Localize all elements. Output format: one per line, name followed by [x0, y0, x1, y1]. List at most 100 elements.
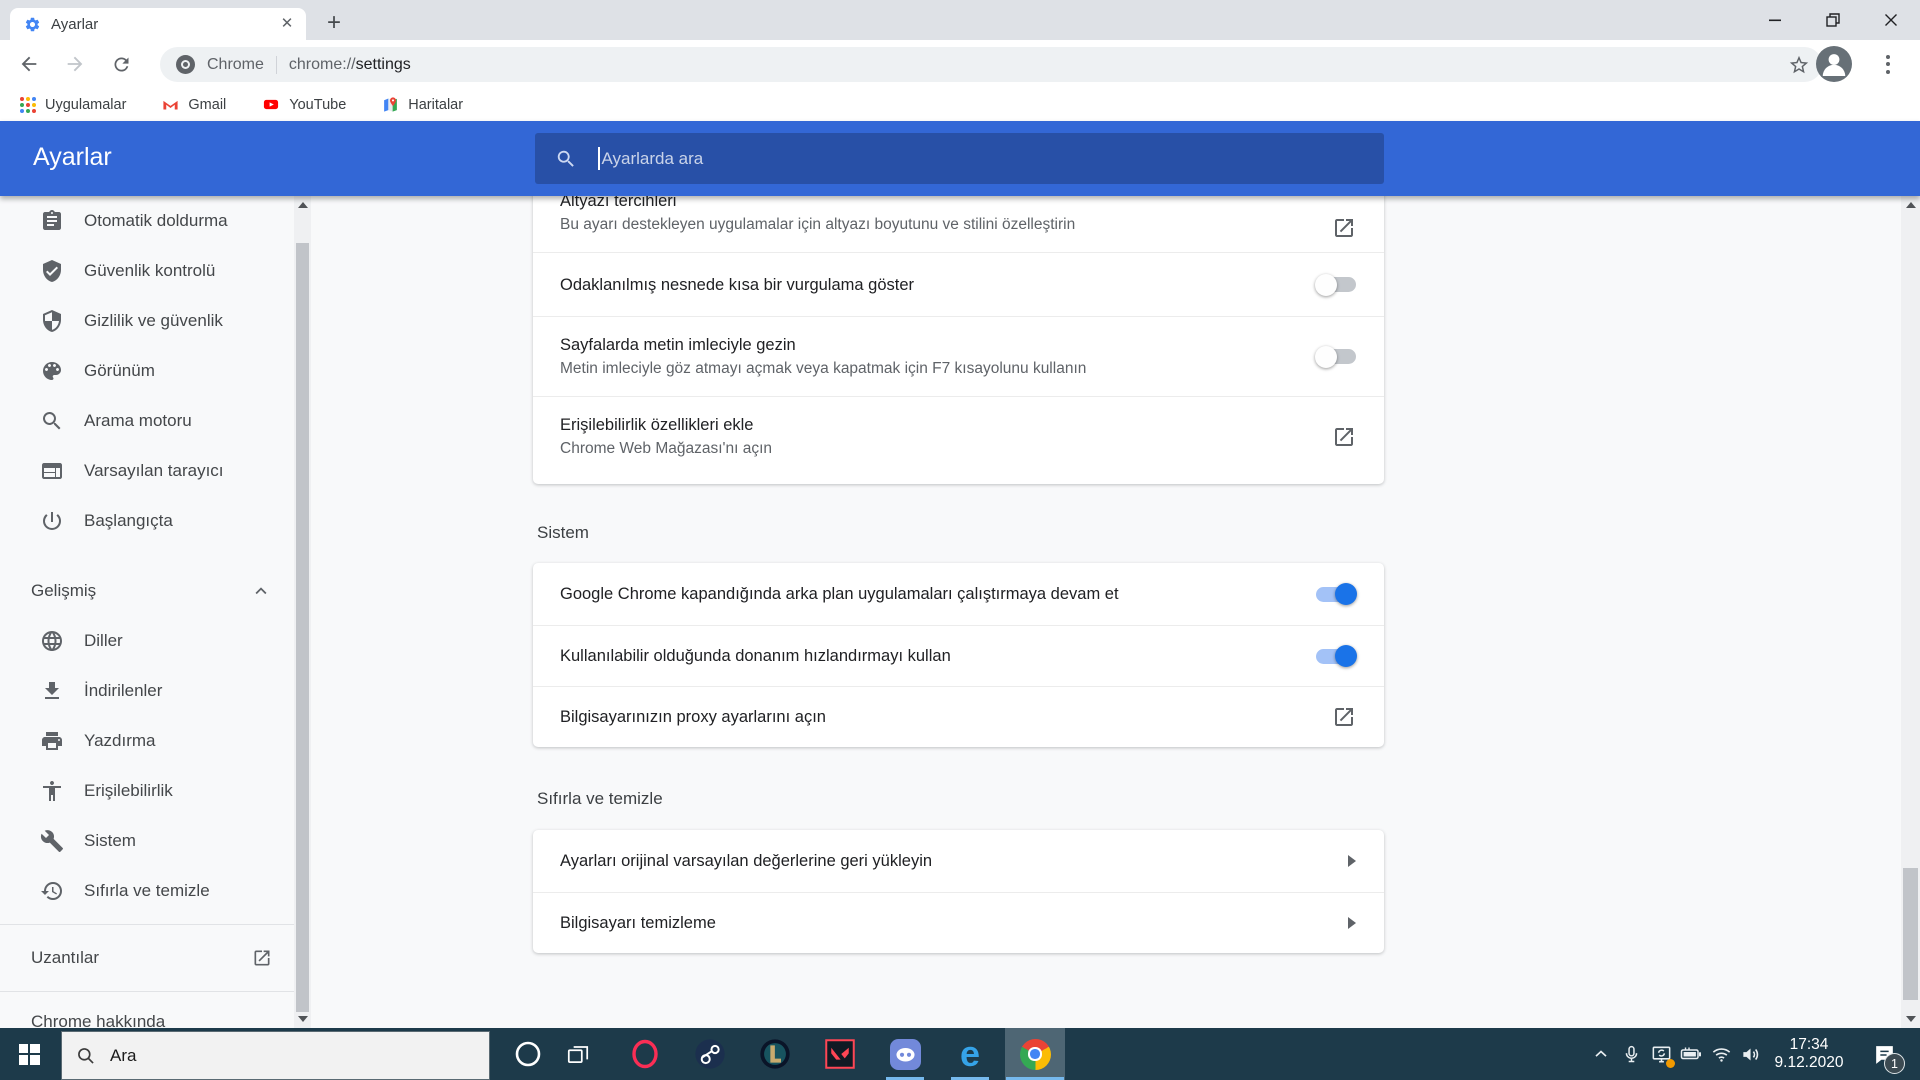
- settings-search-input[interactable]: Ayarlarda ara: [535, 133, 1384, 184]
- sidebar-label: Başlangıçta: [84, 511, 173, 530]
- scrollbar-thumb[interactable]: [1903, 868, 1918, 1000]
- settings-row[interactable]: Kullanılabilir olduğunda donanım hızland…: [533, 625, 1384, 686]
- cortana-icon: [515, 1041, 541, 1067]
- sidebar-item-about-chrome[interactable]: Chrome hakkında: [0, 1000, 294, 1028]
- close-icon: [1885, 14, 1897, 26]
- bookmark-maps[interactable]: Haritalar: [382, 96, 463, 113]
- settings-row[interactable]: Sayfalarda metin imleciyle gezin Metin i…: [533, 316, 1384, 396]
- omnibox[interactable]: Chrome chrome://settings: [160, 47, 1822, 82]
- open-in-new-icon[interactable]: [1332, 425, 1356, 449]
- browser-tab[interactable]: Ayarlar ✕: [10, 8, 306, 40]
- bookmark-apps[interactable]: Uygulamalar: [20, 96, 126, 113]
- sidebar-item-printing[interactable]: Yazdırma: [0, 716, 294, 766]
- chrome-site-icon: [176, 55, 195, 74]
- hidden-icons-chevron[interactable]: [1586, 1028, 1616, 1080]
- settings-row[interactable]: Odaklanılmış nesnede kısa bir vurgulama …: [533, 252, 1384, 316]
- battery-tray-icon[interactable]: [1676, 1028, 1706, 1080]
- scrollbar-thumb[interactable]: [296, 243, 309, 1012]
- sidebar-label: Diller: [84, 631, 123, 650]
- settings-row[interactable]: Ayarları orijinal varsayılan değerlerine…: [533, 830, 1384, 892]
- action-center-button[interactable]: 1: [1862, 1028, 1906, 1080]
- windows-taskbar: Ara e 17:34 9.12.2020 1: [0, 1028, 1920, 1080]
- taskbar-app-league-of-legends[interactable]: [745, 1028, 805, 1080]
- tab-close-icon[interactable]: ✕: [278, 15, 296, 33]
- row-title: Sayfalarda metin imleciyle gezin: [560, 336, 796, 354]
- sidebar-scrollbar[interactable]: [294, 196, 311, 1028]
- taskbar-app-valorant[interactable]: [810, 1028, 870, 1080]
- forward-button[interactable]: [58, 47, 92, 81]
- close-window-button[interactable]: [1862, 0, 1920, 40]
- display-sync-tray-icon[interactable]: [1646, 1028, 1676, 1080]
- printer-icon: [40, 729, 64, 753]
- reload-button[interactable]: [104, 47, 138, 81]
- section-heading-reset: Sıfırla ve temizle: [537, 789, 663, 808]
- sidebar-item-startup[interactable]: Başlangıçta: [0, 496, 294, 546]
- taskbar-app-edge[interactable]: e: [940, 1028, 1000, 1080]
- scroll-down-arrow[interactable]: [1901, 1012, 1920, 1026]
- sidebar-item-default-browser[interactable]: Varsayılan tarayıcı: [0, 446, 294, 496]
- sidebar-item-safety-check[interactable]: Güvenlik kontrolü: [0, 246, 294, 296]
- settings-row[interactable]: Google Chrome kapandığında arka plan uyg…: [533, 563, 1384, 625]
- toggle-off[interactable]: [1315, 273, 1356, 296]
- reload-icon: [114, 57, 128, 71]
- taskbar-app-chrome[interactable]: [1005, 1028, 1065, 1080]
- settings-row[interactable]: Bilgisayarı temizleme: [533, 892, 1384, 953]
- new-tab-button[interactable]: +: [320, 10, 348, 38]
- volume-tray-icon[interactable]: [1736, 1028, 1766, 1080]
- url-scheme: chrome://: [288, 55, 356, 73]
- sidebar-separator: [0, 991, 294, 992]
- sidebar-item-autofill[interactable]: Otomatik doldurma: [0, 196, 294, 246]
- browser-menu-button[interactable]: [1874, 50, 1902, 78]
- security-icon: [40, 309, 64, 333]
- start-button[interactable]: [0, 1028, 58, 1080]
- toggle-knob: [1315, 345, 1337, 368]
- settings-row[interactable]: Bilgisayarınızın proxy ayarlarını açın: [533, 686, 1384, 747]
- apps-grid-icon: [20, 96, 36, 113]
- sidebar-item-privacy[interactable]: Gizlilik ve güvenlik: [0, 296, 294, 346]
- sidebar-item-reset[interactable]: Sıfırla ve temizle: [0, 866, 294, 916]
- sidebar-label: Uzantılar: [31, 948, 100, 967]
- taskbar-app-opera-gx[interactable]: [615, 1028, 675, 1080]
- restore-button[interactable]: [1804, 0, 1862, 40]
- restore-icon: [1826, 13, 1840, 27]
- wifi-tray-icon[interactable]: [1706, 1028, 1736, 1080]
- sidebar-item-appearance[interactable]: Görünüm: [0, 346, 294, 396]
- sidebar-item-search-engine[interactable]: Arama motoru: [0, 396, 294, 446]
- profile-avatar[interactable]: [1816, 46, 1852, 82]
- open-in-new-icon[interactable]: [1332, 216, 1356, 240]
- microphone-tray-icon[interactable]: [1616, 1028, 1646, 1080]
- system-tray: [1586, 1028, 1766, 1080]
- toggle-off[interactable]: [1315, 345, 1356, 368]
- bookmark-youtube[interactable]: YouTube: [262, 96, 346, 113]
- toggle-on[interactable]: [1316, 583, 1357, 605]
- sidebar-item-languages[interactable]: Diller: [0, 616, 294, 666]
- page-scrollbar[interactable]: [1901, 196, 1920, 1028]
- settings-row[interactable]: Altyazı tercihleri Bu ayarı destekleyen …: [533, 196, 1384, 252]
- url-host: settings: [355, 55, 411, 73]
- scroll-up-arrow[interactable]: [1901, 198, 1920, 212]
- scroll-up-arrow[interactable]: [294, 198, 311, 212]
- taskbar-search-input[interactable]: Ara: [61, 1031, 490, 1080]
- sidebar-item-system[interactable]: Sistem: [0, 816, 294, 866]
- open-in-new-icon[interactable]: [1332, 705, 1356, 729]
- scroll-down-arrow[interactable]: [294, 1012, 311, 1026]
- taskbar-clock[interactable]: 17:34 9.12.2020: [1770, 1028, 1848, 1080]
- sidebar-label: Erişilebilirlik: [84, 781, 173, 800]
- bookmark-star-button[interactable]: [1788, 54, 1810, 76]
- sidebar-item-extensions[interactable]: Uzantılar: [0, 933, 294, 983]
- league-of-legends-icon: [760, 1039, 790, 1069]
- notification-badge: 1: [1884, 1053, 1905, 1074]
- task-view-button[interactable]: [548, 1028, 608, 1080]
- chevron-right-icon: [1348, 917, 1356, 929]
- settings-row[interactable]: Erişilebilirlik özellikleri ekle Chrome …: [533, 396, 1384, 476]
- sidebar-item-advanced[interactable]: Gelişmiş: [0, 566, 294, 616]
- page-title: Ayarlar: [33, 143, 112, 171]
- toggle-on[interactable]: [1316, 645, 1357, 667]
- bookmark-gmail[interactable]: Gmail: [162, 96, 226, 113]
- taskbar-app-discord[interactable]: [875, 1028, 935, 1080]
- back-button[interactable]: [12, 47, 46, 81]
- minimize-button[interactable]: [1746, 0, 1804, 40]
- sidebar-item-downloads[interactable]: İndirilenler: [0, 666, 294, 716]
- sidebar-item-accessibility[interactable]: Erişilebilirlik: [0, 766, 294, 816]
- taskbar-app-steam[interactable]: [680, 1028, 740, 1080]
